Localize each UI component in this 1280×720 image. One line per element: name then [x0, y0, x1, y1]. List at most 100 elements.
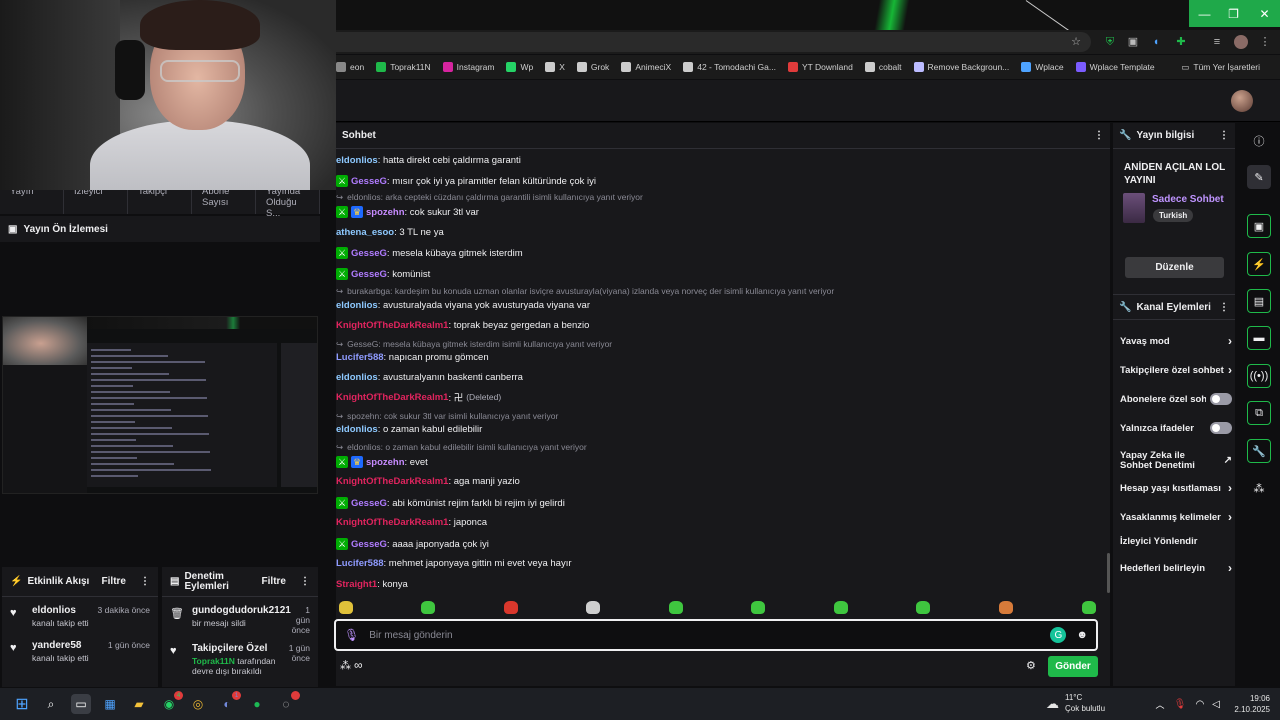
chat-username[interactable]: eldonlios: [336, 300, 378, 311]
chat-message[interactable]: ⚔ GesseG: mesela kübaya gitmek isterdim: [336, 247, 523, 259]
info-icon[interactable]: ⓘ: [1247, 129, 1271, 153]
spotify-icon[interactable]: ●: [247, 694, 267, 714]
audio-extension-icon[interactable]: ◖: [1149, 35, 1163, 49]
activity-username[interactable]: eldonlios: [32, 605, 98, 616]
chat-username[interactable]: GesseG: [351, 269, 387, 280]
activity-username[interactable]: yandere58: [32, 640, 108, 651]
windows-start-icon[interactable]: ⊞: [12, 694, 32, 714]
channel-action-item[interactable]: Yalnızca ifadeler: [1120, 422, 1232, 434]
emote-icon[interactable]: [669, 601, 683, 614]
chat-message[interactable]: ⚔ GesseG: abi kömünist rejim farklı bi re…: [336, 497, 565, 509]
emote-icon[interactable]: [586, 601, 600, 614]
reply-context[interactable]: ↪ spozehn: cok sukur 3tl var isimli kulla…: [336, 411, 558, 422]
chat-username[interactable]: spozehn: [366, 457, 405, 468]
extension-icon[interactable]: ▣: [1126, 35, 1140, 49]
microphone-tray-icon[interactable]: 🎙: [1170, 694, 1190, 714]
reply-context[interactable]: ↪ eldonlios: arka cepteki cüzdanı çaldırm…: [336, 192, 643, 203]
category-name[interactable]: Sadece Sohbet: [1152, 194, 1224, 205]
channel-action-item[interactable]: Takipçilere özel sohbet ›: [1120, 363, 1232, 377]
activity-item[interactable]: ♥ yandere58 kanalı takip etti 1 gün önce: [2, 628, 158, 663]
microphone-icon[interactable]: 🎙: [344, 628, 359, 642]
activity-item[interactable]: ♥ eldonlios kanalı takip etti 3 dakika önce: [2, 597, 158, 628]
mod-action-title[interactable]: gundogdudoruk2121: [192, 605, 291, 616]
chat-message[interactable]: ⚔ GesseG: komünist: [336, 268, 430, 280]
channel-action-item[interactable]: Hesap yaşı kısıtlaması ›: [1120, 481, 1232, 495]
broadcast-icon[interactable]: ((•)): [1247, 364, 1271, 388]
flash-icon[interactable]: ⚡: [1247, 252, 1271, 276]
shield-extension-icon[interactable]: ⛨: [1103, 35, 1117, 49]
moderator-badge-icon[interactable]: ⚔: [336, 175, 348, 187]
copy-icon[interactable]: ⧉: [1247, 401, 1271, 425]
edit-stream-info-button[interactable]: Düzenle: [1125, 257, 1224, 278]
bookmark-item[interactable]: Wp: [506, 62, 533, 72]
crown-badge-icon[interactable]: ♛: [351, 456, 363, 468]
clipboard-icon[interactable]: ▤: [1247, 289, 1271, 313]
bookmark-item[interactable]: X: [545, 62, 565, 72]
grammarly-icon[interactable]: G: [1050, 627, 1067, 643]
bookmark-item[interactable]: Wplace: [1021, 62, 1064, 72]
channel-action-item[interactable]: Yasaklanmış kelimeler ›: [1120, 510, 1232, 524]
emote-icon[interactable]: [1082, 601, 1096, 614]
chat-message[interactable]: eldonlios: avusturalyanın baskenti canbe…: [336, 372, 523, 383]
all-bookmarks-button[interactable]: ▭ Tüm Yer İşaretleri: [1181, 62, 1260, 73]
channel-action-item[interactable]: Yapay Zeka ile Sohbet Denetimi ↗: [1120, 451, 1232, 471]
emote-icon[interactable]: [834, 601, 848, 614]
chat-username[interactable]: GesseG: [351, 539, 387, 550]
mod-action-item[interactable]: ♥ Takipçilere Özel Toprak11N tarafından de…: [162, 635, 318, 676]
reply-context[interactable]: ↪ burakarbga: kardeşim bu konuda uzman ol…: [336, 286, 834, 297]
chevron-up-icon[interactable]: ︿: [1150, 694, 1170, 714]
puzzle-extension-icon[interactable]: ✚: [1174, 35, 1188, 49]
stream-preview-video[interactable]: [2, 316, 318, 494]
mod-action-title[interactable]: Takipçilere Özel: [192, 643, 284, 654]
chat-message[interactable]: KnightOfTheDarkRealm1: 卍 (Deleted): [336, 390, 501, 405]
more-options-icon[interactable]: ⋮: [1219, 302, 1229, 313]
chat-message[interactable]: KnightOfTheDarkRealm1: japonca: [336, 517, 487, 528]
clip-icon[interactable]: ▣: [1247, 214, 1271, 238]
bookmark-item[interactable]: eon: [336, 62, 364, 72]
bookmark-star-icon[interactable]: ☆: [1069, 35, 1083, 49]
emote-icon[interactable]: [339, 601, 353, 614]
emote-picker-icon[interactable]: ☻: [1076, 629, 1088, 641]
bookmark-item[interactable]: AnimeciX: [621, 62, 671, 72]
category-thumbnail[interactable]: [1123, 193, 1145, 223]
chat-username[interactable]: Straight1: [336, 579, 377, 590]
chat-message[interactable]: ⚔ GesseG: aaaa japonyada çok iyi: [336, 538, 489, 550]
discord-icon[interactable]: ◐ 1: [217, 691, 241, 714]
search-icon[interactable]: ⌕: [41, 694, 61, 714]
chat-username[interactable]: spozehn: [366, 207, 405, 218]
bits-icon[interactable]: ⁂: [340, 659, 351, 672]
bookmark-item[interactable]: Toprak11N: [376, 62, 431, 72]
chrome-icon[interactable]: ◎: [188, 694, 208, 714]
chat-message[interactable]: athena_esoo: 3 TL ne ya: [336, 227, 444, 238]
chat-bubble-icon[interactable]: ▬: [1247, 326, 1271, 350]
bookmark-item[interactable]: Grok: [576, 62, 609, 72]
chat-message[interactable]: Lucifer588: napıcan promu gömcen: [336, 352, 489, 363]
reply-context[interactable]: ↪ GesseG: mesela kübaya gitmek isterdim i…: [336, 339, 612, 350]
clock[interactable]: 19:06 2.10.2025: [1228, 693, 1270, 715]
emote-icon[interactable]: [916, 601, 930, 614]
emote-icon[interactable]: [421, 601, 435, 614]
file-explorer-icon[interactable]: ▰: [129, 694, 149, 714]
minimize-button[interactable]: —: [1189, 0, 1220, 27]
chat-username[interactable]: KnightOfTheDarkRealm1: [336, 320, 448, 331]
weather-widget[interactable]: ☁ 11°C Çok bulutlu: [1046, 692, 1105, 714]
chat-message[interactable]: ⚔ ♛ spozehn: evet: [336, 456, 428, 468]
chat-username[interactable]: eldonlios: [336, 372, 378, 383]
pencil-icon[interactable]: ✎: [1247, 165, 1271, 189]
channel-action-item[interactable]: İzleyici Yönlendir: [1120, 536, 1232, 547]
bookmark-item[interactable]: Instagram: [442, 62, 494, 72]
chat-options-icon[interactable]: ⋮: [1094, 130, 1104, 141]
chat-username[interactable]: Lucifer588: [336, 558, 384, 569]
channel-action-item[interactable]: Yavaş mod ›: [1120, 334, 1232, 348]
chat-message[interactable]: ⚔ GesseG: mısır çok iyi ya piramitler fel…: [336, 175, 596, 187]
toggle-switch[interactable]: [1210, 393, 1232, 405]
activity-filter-button[interactable]: Filtre: [102, 576, 126, 587]
chat-message[interactable]: Lucifer588: mehmet japonyaya gittin mi e…: [336, 558, 572, 569]
chat-message[interactable]: eldonlios: avusturalyada viyana yok avus…: [336, 300, 590, 311]
restore-button[interactable]: ❐: [1218, 0, 1249, 27]
infinity-icon[interactable]: ∞: [354, 658, 363, 672]
emote-icon[interactable]: [999, 601, 1013, 614]
moderator-badge-icon[interactable]: ⚔: [336, 497, 348, 509]
bookmark-item[interactable]: 42 - Tomodachi Ga...: [683, 62, 776, 72]
bookmark-item[interactable]: YT Downland: [787, 62, 853, 72]
